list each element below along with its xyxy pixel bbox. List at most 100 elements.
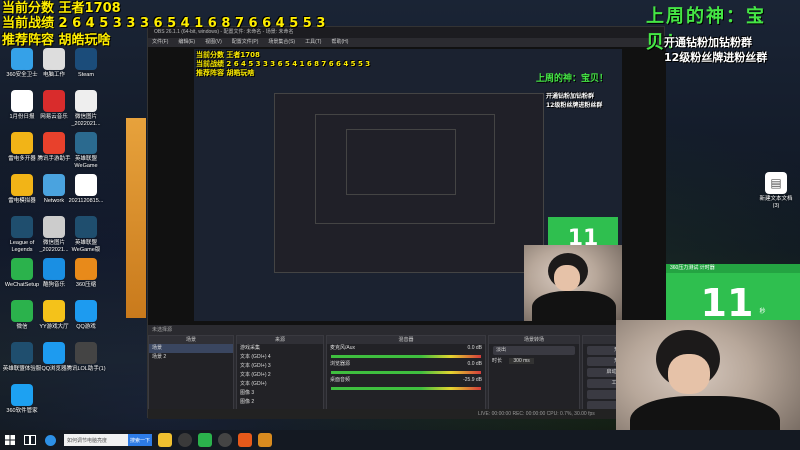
kugou-icon	[43, 258, 65, 280]
duration-input[interactable]: 300 ms	[509, 358, 534, 364]
mixer-channel-name: 麦克风/Aux	[330, 345, 356, 351]
obs-preview[interactable]: 11 当前分数 王者1708 当前战绩 2 6 4 5 3 3 3 6 5 4 …	[148, 47, 666, 325]
desktop-icon[interactable]: 360压缩	[66, 258, 106, 289]
wechat-icon	[11, 258, 33, 280]
sources-dock: 来源 游戏采集 文本 (GDI+) 4 文本 (GDI+) 3 文本 (GDI+) 2…	[236, 335, 324, 419]
duration-label: 时长	[492, 358, 503, 364]
obs-menu-item[interactable]: 工具(T)	[305, 38, 321, 47]
volume-meter[interactable]	[331, 355, 481, 358]
source-item[interactable]: 文本 (GDI+) 4	[237, 353, 323, 362]
source-item[interactable]: 图像 2	[237, 398, 323, 407]
preview-overlay-record: 当前战绩 2 6 4 5 3 3 3 6 5 4 1 6 8 7 6 6 4 5…	[196, 60, 371, 68]
wechat-taskbar-icon[interactable]	[198, 433, 212, 447]
sources-list: 游戏采集 文本 (GDI+) 4 文本 (GDI+) 3 文本 (GDI+) 2 文本 …	[237, 344, 323, 407]
mixer-dock: 混音器 麦克风/Aux 0.0 dB 浏览器源 0.0 dB 桌面音频 -25.9 dB	[326, 335, 486, 419]
timer-unit: 秒	[759, 308, 766, 315]
transition-duration: 时长 300 ms	[489, 357, 579, 366]
desktop-icon[interactable]: 腾讯LOL助手(1)	[66, 342, 106, 373]
obs-status-bar: LIVE: 00:00:00 REC: 00:00:00 CPU: 0.7%, …	[148, 409, 666, 419]
globe-icon	[43, 174, 65, 196]
steam-icon	[75, 48, 97, 70]
emulator-icon	[11, 174, 33, 196]
scenes-dock: 场景 场景 场景 2	[148, 335, 234, 419]
desktop-icon[interactable]: 360软件管家	[2, 384, 42, 415]
desktop-icon-label: 英雄联盟WeGame	[74, 156, 98, 169]
source-item[interactable]: 文本 (GDI+)	[237, 380, 323, 389]
nested-obs-preview	[274, 93, 544, 273]
game-taskbar-icon[interactable]	[218, 433, 232, 447]
lol-icon	[75, 216, 97, 238]
start-button[interactable]	[0, 430, 20, 450]
yy-icon	[43, 300, 65, 322]
taskbar: 如何调节电脑亮度 搜索一下	[0, 430, 800, 450]
preview-overlay-score: 当前分数 王者1708	[196, 51, 260, 59]
transition-type-select[interactable]: 淡出	[493, 346, 575, 355]
scene-item[interactable]: 场景	[149, 344, 233, 353]
document-icon	[11, 90, 33, 112]
sources-dock-title: 来源	[237, 336, 323, 344]
mixer-channel-name: 浏览器源	[330, 361, 351, 367]
task-view-button[interactable]	[20, 430, 40, 450]
desktop-icon[interactable]: 2021120815...	[66, 174, 106, 205]
image-icon	[75, 342, 97, 364]
lol-icon	[11, 216, 33, 238]
preview-desktop-mirror: 11 当前分数 王者1708 当前战绩 2 6 4 5 3 3 3 6 5 4 …	[194, 49, 622, 321]
mixer-channel-db: -25.9 dB	[463, 377, 482, 383]
desktop-icon[interactable]: 英雄联盟WeGame	[66, 132, 106, 170]
source-item[interactable]: 文本 (GDI+) 2	[237, 371, 323, 380]
source-item[interactable]: 文本 (GDI+) 3	[237, 362, 323, 371]
obs-menu-item[interactable]: 视图(V)	[205, 38, 222, 47]
obs-menu-item[interactable]: 文件(F)	[152, 38, 168, 47]
zip-icon	[75, 258, 97, 280]
browser-icon	[43, 342, 65, 364]
preview-overlay-promo1: 开通钻粉加钻粉群	[546, 93, 595, 100]
mixer-channel: 桌面音频 -25.9 dB	[327, 376, 485, 385]
obs-menu-item[interactable]: 配置文件(P)	[232, 38, 259, 47]
desktop-icon-text-file[interactable]: ▤ 新建文本文档 (3)	[758, 172, 794, 210]
folder-taskbar-icon[interactable]	[258, 433, 272, 447]
mixer-channel-db: 0.0 dB	[467, 345, 482, 351]
obs-menu-item[interactable]: 帮助(H)	[331, 38, 348, 47]
mixer-channel: 麦克风/Aux 0.0 dB	[327, 344, 485, 353]
overlay-record: 当前战绩 2 6 4 5 3 3 3 6 5 4 1 6 8 7 6 6 4 5…	[2, 16, 326, 31]
edge-button[interactable]	[40, 430, 60, 450]
computer-icon	[43, 48, 65, 70]
taskbar-search-input[interactable]: 如何调节电脑亮度	[64, 434, 128, 446]
obs-window[interactable]: OBS 26.1.1 (64-bit, windows) - 配置文件: 未命名…	[147, 26, 666, 419]
desktop-icon-label: 新建文本文档 (3)	[759, 196, 793, 209]
nested-obs-preview-deep	[346, 129, 456, 195]
obs-menu-item[interactable]: 编辑(E)	[178, 38, 195, 47]
file-explorer-taskbar-icon[interactable]	[158, 433, 172, 447]
volume-meter[interactable]	[331, 387, 481, 390]
preview-overlay-promo2: 12级粉丝牌进粉丝群	[546, 102, 603, 109]
desktop-icon[interactable]: Steam	[66, 48, 106, 79]
desktop-icon[interactable]: 微信图片_2022021...	[66, 90, 106, 128]
taskbar-search-button[interactable]: 搜索一下	[128, 434, 152, 446]
edge-icon	[44, 434, 56, 446]
desktop-icon-label: 英雄联盟 WeGame版	[71, 240, 101, 253]
preview-overlay-weekly-god: 上周的神：宝贝！	[536, 74, 609, 84]
volume-meter[interactable]	[331, 371, 481, 374]
task-view-icon	[24, 435, 36, 445]
windows-icon	[5, 435, 15, 445]
preview-overlay-recommend: 推荐阵容 胡皓玩啥	[196, 69, 255, 77]
obs-menu-item[interactable]: 场景集合(S)	[268, 38, 295, 47]
obs-docks: 未选择源 场景 场景 场景 2 来源 游戏采集 文本 (GDI+) 4 文本 (GD…	[148, 325, 666, 419]
obs-taskbar-icon[interactable]	[178, 433, 192, 447]
transitions-dock-title: 场景转场	[489, 336, 579, 344]
source-item[interactable]: 游戏采集	[237, 344, 323, 353]
mixer-channel: 浏览器源 0.0 dB	[327, 360, 485, 369]
background-window-edge	[126, 118, 146, 318]
desktop-icon[interactable]: 英雄联盟 WeGame版	[66, 216, 106, 254]
desktop-icon-label: QQ游戏	[76, 324, 96, 330]
browser-taskbar-icon[interactable]	[238, 433, 252, 447]
desktop-icon-label: 2021120815...	[68, 198, 104, 204]
mixer-dock-title: 混音器	[327, 336, 485, 344]
source-item[interactable]: 图像 3	[237, 389, 323, 398]
music-icon	[43, 90, 65, 112]
desktop-icon-label: 360软件管家	[6, 408, 38, 414]
desktop-icon[interactable]: QQ游戏	[66, 300, 106, 331]
mixer-channel-name: 桌面音频	[330, 377, 351, 383]
transitions-dock: 场景转场 淡出 时长 300 ms	[488, 335, 580, 419]
scene-item[interactable]: 场景 2	[149, 353, 233, 362]
